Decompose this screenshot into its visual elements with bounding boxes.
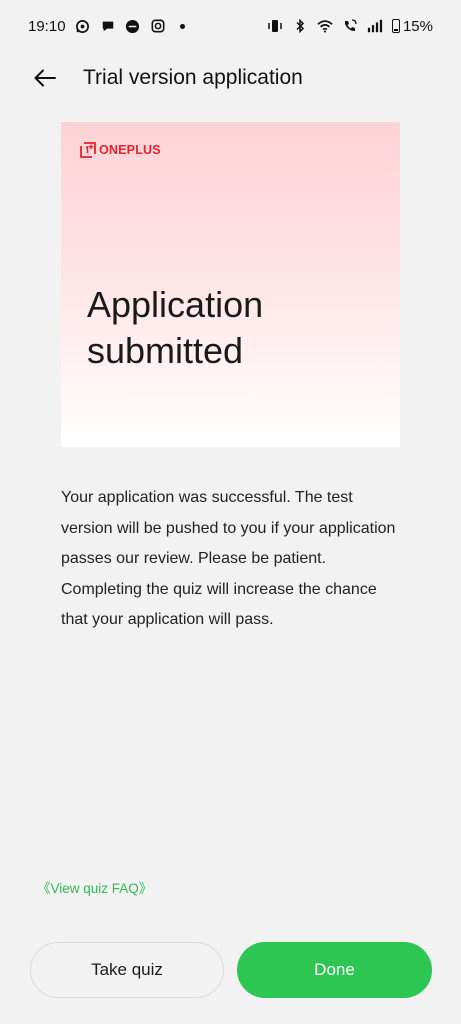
brand-name: ONEPLUS xyxy=(99,143,161,157)
battery-percent: 15% xyxy=(402,17,433,35)
battery-icon xyxy=(391,19,400,33)
wifi-calling-icon xyxy=(342,18,358,34)
whatsapp-icon xyxy=(75,18,91,34)
oneplus-logo: ONEPLUS xyxy=(80,142,161,158)
status-bar-right: 15% xyxy=(267,18,433,35)
submission-banner: ONEPLUS Application submitted xyxy=(61,122,400,447)
more-dot-icon xyxy=(175,18,191,34)
bluetooth-icon xyxy=(292,18,308,34)
back-button[interactable] xyxy=(25,58,65,98)
view-quiz-faq-link[interactable]: 《View quiz FAQ》 xyxy=(37,877,152,897)
oneplus-mark-icon xyxy=(80,142,96,158)
battery-indicator: 15% xyxy=(391,17,433,35)
status-bar-left: 19:10 xyxy=(28,18,191,35)
banner-heading: Application submitted xyxy=(87,284,264,371)
vibrate-icon xyxy=(267,18,283,34)
description-text: Your application was successful. The tes… xyxy=(61,489,396,628)
back-arrow-icon xyxy=(34,69,56,87)
signal-icon xyxy=(367,18,383,34)
take-quiz-button[interactable]: Take quiz xyxy=(30,942,224,998)
status-bar: 19:10 15% xyxy=(0,0,461,52)
page-title: Trial version application xyxy=(83,66,303,89)
chat-bubble-icon xyxy=(100,18,116,34)
done-button[interactable]: Done xyxy=(237,942,432,998)
app-header: Trial version application xyxy=(0,52,461,104)
instagram-icon xyxy=(150,18,166,34)
wifi-icon xyxy=(317,18,333,34)
status-time: 19:10 xyxy=(28,17,66,35)
messenger-icon xyxy=(125,18,141,34)
